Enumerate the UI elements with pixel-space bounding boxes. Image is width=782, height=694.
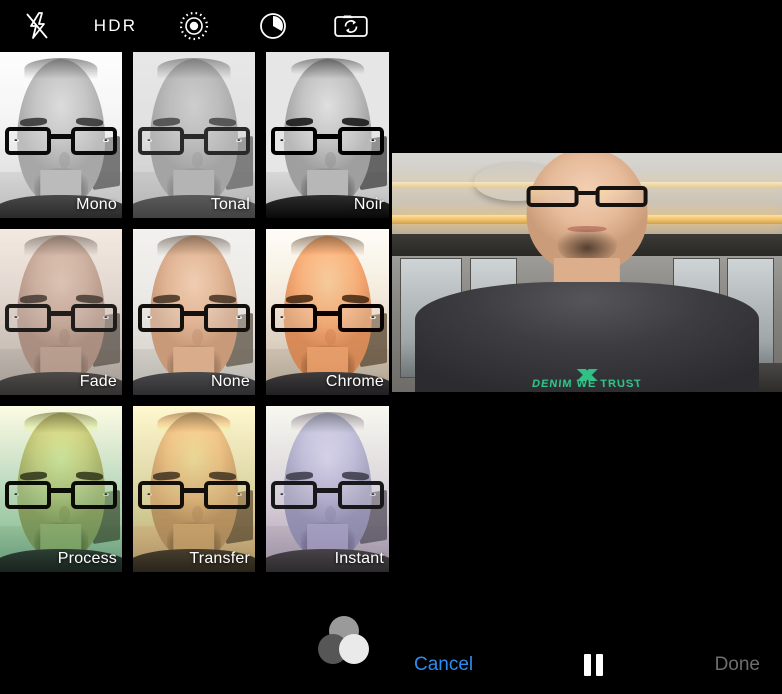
filter-tile-transfer[interactable]: Transfer (133, 406, 255, 572)
filter-tile-noir[interactable]: Noir (266, 52, 389, 218)
filter-tile-process[interactable]: Process (0, 406, 122, 572)
done-button[interactable]: Done (715, 654, 760, 676)
filter-thumbnail (133, 229, 255, 395)
filter-tile-fade[interactable]: Fade (0, 229, 122, 395)
filter-grid: Mono Tonal Noir Fade None Chrome Process… (0, 52, 392, 572)
filter-label: Noir (353, 196, 384, 213)
filter-label: Instant (334, 550, 384, 567)
filter-label: Mono (76, 196, 117, 213)
filter-tile-instant[interactable]: Instant (266, 406, 389, 572)
filter-tile-mono[interactable]: Mono (0, 52, 122, 218)
cancel-button[interactable]: Cancel (414, 654, 473, 676)
filter-label: Tonal (210, 196, 250, 213)
filter-label: Chrome (325, 373, 384, 390)
video-editor-pane: DENIM WE TRUST ‹ › Cancel Done (392, 0, 782, 694)
filter-thumbnail (133, 406, 255, 572)
filter-thumbnail (0, 406, 122, 572)
camera-top-toolbar: HDR (0, 0, 392, 52)
timer-icon[interactable] (250, 6, 296, 46)
filter-thumbnail (266, 52, 389, 218)
filter-label: Transfer (189, 550, 250, 567)
filter-tile-none[interactable]: None (133, 229, 255, 395)
hdr-label: HDR (93, 16, 138, 35)
filters-circles-icon[interactable] (318, 616, 370, 666)
video-preview[interactable]: DENIM WE TRUST (392, 153, 782, 392)
filter-label: None (210, 373, 250, 390)
filter-tile-tonal[interactable]: Tonal (133, 52, 255, 218)
filter-thumbnail (0, 52, 122, 218)
flash-off-icon[interactable] (14, 6, 60, 46)
hdr-button[interactable]: HDR (93, 6, 139, 46)
filter-label: Process (57, 550, 117, 567)
camera-flip-icon[interactable] (328, 6, 374, 46)
filter-tile-chrome[interactable]: Chrome (266, 229, 389, 395)
app-screen: HDR Mono Tonal Noir Fade None Chrome Pro… (0, 0, 782, 694)
editor-bottom-bar: Cancel Done (392, 636, 782, 694)
filter-thumbnail (266, 229, 389, 395)
live-photo-icon[interactable] (171, 6, 217, 46)
filter-thumbnail (0, 229, 122, 395)
camera-filter-pane: HDR Mono Tonal Noir Fade None Chrome Pro… (0, 0, 392, 694)
filter-label: Fade (79, 373, 117, 390)
filter-thumbnail (133, 52, 255, 218)
pause-icon[interactable] (584, 654, 604, 676)
filter-thumbnail (266, 406, 389, 572)
